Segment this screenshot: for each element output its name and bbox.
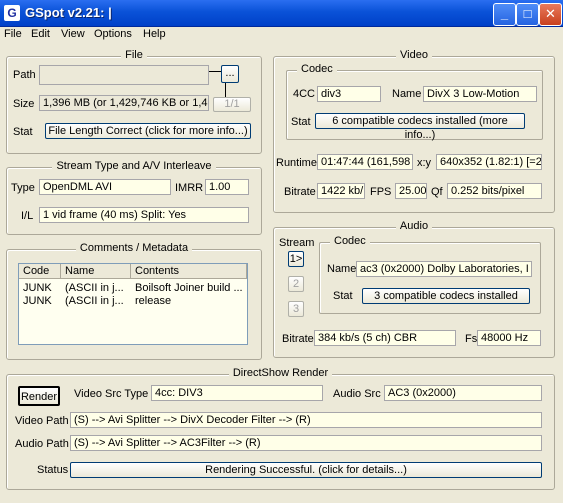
audio-name-field: ac3 (0x2000) Dolby Laboratories, I <box>356 261 532 277</box>
minimize-button[interactable]: _ <box>493 3 516 26</box>
menu-file[interactable]: File <box>4 28 22 40</box>
audio-src-field: AC3 (0x2000) <box>384 385 542 401</box>
menu-options[interactable]: Options <box>94 28 132 40</box>
render-status-button[interactable]: Rendering Successful. (click for details… <box>70 462 542 478</box>
video-name-field: DivX 3 Low-Motion <box>423 86 537 102</box>
video-src-label: Video Src Type <box>74 388 149 400</box>
runtime-label: Runtime <box>276 157 317 169</box>
fs-label: Fs <box>465 333 478 345</box>
comments-group-title: Comments / Metadata <box>75 242 193 254</box>
render-button[interactable]: Render <box>18 386 60 406</box>
xy-field: 640x352 (1.82:1) [=20 <box>436 154 542 170</box>
il-field: 1 vid frame (40 ms) Split: Yes <box>39 207 249 223</box>
audio-bitrate-label: Bitrate <box>282 333 314 345</box>
audio-stream-3-button[interactable]: 3 <box>288 301 304 317</box>
video-src-field: 4cc: DIV3 <box>151 385 323 401</box>
video-bitrate-field: 1422 kb/ <box>317 183 365 199</box>
video-bitrate-label: Bitrate <box>284 186 316 198</box>
menu-view[interactable]: View <box>61 28 85 40</box>
audio-group: Audio Stream 1> 2 3 Codec Name ac3 (0x20… <box>273 220 555 358</box>
row-2-name[interactable]: (ASCII in j... <box>65 295 129 307</box>
fps-label: FPS <box>370 186 392 198</box>
menu-bar: File Edit View Options Help <box>0 26 563 44</box>
audio-stat-button[interactable]: 3 compatible codecs installed <box>362 288 530 304</box>
audio-codec-box: Codec Name ac3 (0x2000) Dolby Laboratori… <box>319 235 541 314</box>
browse-button[interactable]: ... <box>221 65 239 83</box>
video-stat-label: Stat <box>291 116 311 128</box>
close-button[interactable]: ✕ <box>539 3 562 26</box>
comments-group: Comments / Metadata Code Name Contents J… <box>6 242 262 360</box>
video-codec-title: Codec <box>297 63 337 75</box>
audio-group-title: Audio <box>395 220 433 232</box>
audio-path-field: (S) --> Avi Splitter --> AC3Filter --> (… <box>70 435 542 451</box>
audio-stat-label: Stat <box>333 290 353 302</box>
video-name-label: Name <box>392 88 422 100</box>
stat-label: Stat <box>13 126 33 138</box>
video-path-label: Video Path <box>15 415 69 427</box>
column-header-name[interactable]: Name <box>61 264 131 279</box>
stream-group: Stream Type and A/V Interleave Type Open… <box>6 160 262 235</box>
size-field: 1,396 MB (or 1,429,746 KB or 1,4 <box>39 95 209 111</box>
qf-label: Qf <box>431 186 443 198</box>
qf-field: 0.252 bits/pixel <box>447 183 542 199</box>
video-path-field: (S) --> Avi Splitter --> DivX Decoder Fi… <box>70 412 542 428</box>
title-bar[interactable]: G GSpot v2.21: | _ □ ✕ <box>0 0 563 27</box>
render-status-label: Status <box>37 464 69 476</box>
xy-label: x:y <box>417 157 432 169</box>
row-1-contents[interactable]: Boilsoft Joiner build ... <box>135 282 245 294</box>
audio-stream-1-button[interactable]: 1> <box>288 251 304 267</box>
menu-edit[interactable]: Edit <box>31 28 50 40</box>
type-label: Type <box>11 182 35 194</box>
video-group: Video Codec 4CC div3 Name DivX 3 Low-Mot… <box>273 49 555 213</box>
audio-bitrate-field: 384 kb/s (5 ch) CBR <box>314 330 456 346</box>
runtime-field: 01:47:44 (161,598 <box>317 154 413 170</box>
window-title: GSpot v2.21: | <box>25 5 112 20</box>
render-group-title: DirectShow Render <box>228 367 333 379</box>
audio-path-label: Audio Path <box>15 438 69 450</box>
il-label: I/L <box>21 210 34 222</box>
path-label: Path <box>13 69 36 81</box>
file-stat-button[interactable]: File Length Correct (click for more info… <box>45 123 251 139</box>
row-2-code[interactable]: JUNK <box>23 295 59 307</box>
imrr-label: IMRR <box>175 182 204 194</box>
audio-stream-2-button[interactable]: 2 <box>288 276 304 292</box>
fs-field: 48000 Hz <box>477 330 541 346</box>
stream-label: Stream <box>279 237 315 249</box>
gspot-app-icon: G <box>4 5 20 21</box>
fourcc-label: 4CC <box>293 88 316 100</box>
file-group: File Path ... Size 1,396 MB (or 1,429,74… <box>6 49 262 154</box>
audio-src-label: Audio Src <box>333 388 381 400</box>
stream-group-title: Stream Type and A/V Interleave <box>52 160 216 172</box>
fps-field: 25.00 <box>395 183 427 199</box>
file-group-title: File <box>121 49 147 61</box>
row-1-code[interactable]: JUNK <box>23 282 59 294</box>
type-field: OpenDML AVI <box>39 179 171 195</box>
render-group: DirectShow Render Render Video Src Type … <box>6 367 555 490</box>
path-field[interactable] <box>39 65 209 85</box>
column-header-code[interactable]: Code <box>19 264 61 279</box>
imrr-field: 1.00 <box>205 179 249 195</box>
metadata-list[interactable]: Code Name Contents JUNK (ASCII in j... B… <box>18 263 248 345</box>
video-group-title: Video <box>396 49 432 61</box>
maximize-button[interactable]: □ <box>516 3 539 26</box>
audio-codec-title: Codec <box>330 235 370 247</box>
fourcc-field: div3 <box>317 86 381 102</box>
size-label: Size <box>13 98 35 110</box>
page-indicator[interactable]: 1/1 <box>213 97 251 112</box>
video-stat-button[interactable]: 6 compatible codecs installed (more info… <box>315 113 525 141</box>
row-1-name[interactable]: (ASCII in j... <box>65 282 129 294</box>
audio-name-label: Name <box>327 263 357 275</box>
row-2-contents[interactable]: release <box>135 295 245 307</box>
column-header-contents[interactable]: Contents <box>131 264 247 279</box>
video-codec-box: Codec 4CC div3 Name DivX 3 Low-Motion St… <box>286 63 543 141</box>
menu-help[interactable]: Help <box>143 28 166 40</box>
